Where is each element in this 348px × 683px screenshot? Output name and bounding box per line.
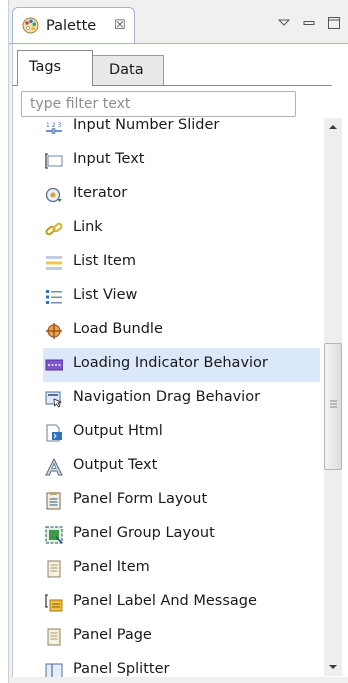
tab-tags[interactable]: Tags — [17, 50, 93, 86]
list-item-label: Link — [73, 219, 103, 235]
scroll-down-icon[interactable] — [324, 658, 342, 676]
scrollbar-thumb[interactable] — [324, 343, 342, 470]
panel-label-message-icon — [45, 594, 63, 612]
palette-view-tab[interactable]: Palette ☒ — [12, 7, 135, 44]
list-item-label: Output Html — [73, 423, 163, 439]
navigation-drag-icon — [45, 391, 63, 408]
panel-form-layout-icon — [46, 492, 61, 510]
filter-input[interactable]: type filter text — [21, 91, 296, 117]
list-item-label: Navigation Drag Behavior — [73, 389, 261, 405]
link-icon — [45, 222, 63, 236]
list-item[interactable]: 1 2 3 Input Number Slider — [40, 116, 322, 144]
list-item-selected[interactable]: Loading Indicator Behavior — [40, 348, 322, 382]
list-item-label: Input Text — [73, 151, 145, 167]
view-title: Palette — [46, 18, 97, 34]
number-slider-icon: 1 2 3 — [46, 122, 62, 134]
list-item-label: Panel Form Layout — [73, 491, 208, 507]
list-item-label: Input Number Slider — [73, 117, 220, 133]
load-bundle-icon — [46, 323, 62, 339]
palette-icon — [22, 17, 39, 34]
iterator-icon — [45, 187, 62, 203]
close-icon[interactable]: ☒ — [114, 18, 126, 33]
list-item-label: Load Bundle — [73, 321, 163, 337]
vertical-scrollbar[interactable] — [324, 118, 342, 676]
list-item[interactable]: Panel Group Layout — [40, 518, 322, 552]
list-item[interactable]: List View — [40, 280, 322, 314]
list-item[interactable]: Input Text — [40, 144, 322, 178]
list-item[interactable]: Navigation Drag Behavior — [40, 382, 322, 416]
grip-icon — [330, 400, 337, 408]
tab-data[interactable]: Data — [92, 55, 164, 86]
minimize-icon[interactable] — [301, 15, 317, 31]
list-item[interactable]: List Item — [40, 246, 322, 280]
panel-item-icon — [47, 560, 61, 578]
view-menu-icon[interactable] — [276, 15, 292, 31]
maximize-icon[interactable] — [326, 15, 342, 31]
list-item-label: Panel Group Layout — [73, 525, 215, 541]
list-item-label: List Item — [73, 253, 136, 269]
input-text-icon — [45, 153, 63, 169]
panel-group-layout-icon — [45, 526, 63, 544]
list-item-label: Panel Label And Message — [73, 593, 257, 609]
scroll-up-icon[interactable] — [324, 118, 342, 136]
list-item-label: Panel Splitter — [73, 661, 170, 677]
output-text-icon — [45, 458, 63, 476]
panel-page-icon — [47, 628, 61, 646]
panel-splitter-icon — [45, 663, 63, 678]
list-view-icon — [46, 290, 62, 304]
list-item[interactable]: Output Html — [40, 416, 322, 450]
list-item-icon — [46, 256, 62, 270]
list-item[interactable]: Panel Form Layout — [40, 484, 322, 518]
loading-indicator-icon — [45, 359, 63, 371]
svg-text:1 2 3: 1 2 3 — [46, 122, 61, 129]
list-item[interactable]: Panel Splitter — [40, 654, 322, 678]
list-item-label: Panel Page — [73, 627, 152, 643]
list-item[interactable]: Output Text — [40, 450, 322, 484]
view-controls — [276, 13, 342, 33]
output-html-icon — [46, 424, 62, 442]
list-item[interactable]: Load Bundle — [40, 314, 322, 348]
list-item-label: Panel Item — [73, 559, 150, 575]
list-item-label: Iterator — [73, 185, 128, 201]
list-item[interactable]: Panel Item — [40, 552, 322, 586]
bottom-edge — [9, 677, 348, 683]
list-item[interactable]: Panel Page — [40, 620, 322, 654]
list-item[interactable]: Iterator — [40, 178, 322, 212]
list-item-label: Loading Indicator Behavior — [73, 355, 268, 371]
list-item-label: List View — [73, 287, 138, 303]
list-item[interactable]: Link — [40, 212, 322, 246]
list-item-label: Output Text — [73, 457, 158, 473]
palette-item-list: 1 2 3 Input Number Slider Input Text Ite… — [40, 116, 322, 678]
list-item[interactable]: Panel Label And Message — [40, 586, 322, 620]
